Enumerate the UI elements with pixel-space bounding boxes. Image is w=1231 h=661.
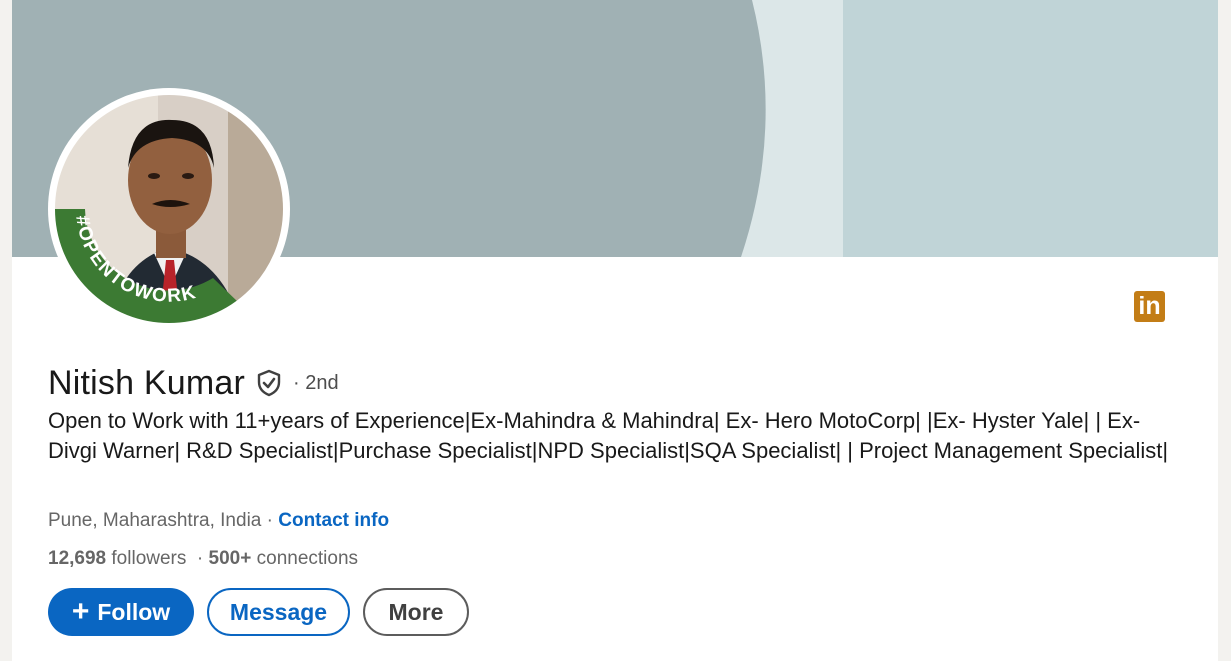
followers-label: followers [106,548,187,569]
connections-count[interactable]: 500+ [209,548,252,569]
location-text: Pune, Maharashtra, India [48,510,262,531]
profile-actions: + Follow Message More [48,588,469,636]
open-to-work-photo-frame: #OPENTOWORK [51,91,287,327]
connection-degree: · 2nd [293,371,339,394]
more-label: More [388,598,444,625]
stats-row: 12,698 followers · 500+ connections [48,545,358,573]
followers-count: 12,698 [48,548,107,569]
message-label: Message [229,598,328,625]
profile-headline: Open to Work with 11+years of Experience… [48,408,1169,463]
message-button[interactable]: Message [207,588,350,636]
more-button[interactable]: More [363,588,469,636]
profile-photo[interactable]: #OPENTOWORK [48,88,290,330]
verified-shield-icon[interactable] [255,369,283,397]
profile-name: Nitish Kumar [48,363,246,402]
location-separator: · [261,510,279,531]
plus-icon: + [71,595,90,628]
location-row: Pune, Maharashtra, India · Contact info [48,507,389,535]
follow-label: Follow [97,598,171,625]
linkedin-icon[interactable]: in [1134,291,1165,322]
connections-separator: · [186,548,209,569]
contact-info-link[interactable]: Contact info [278,510,389,531]
connections-label[interactable]: connections [251,548,358,569]
follow-button[interactable]: + Follow [48,588,194,636]
name-row: Nitish Kumar · 2nd [48,360,339,406]
profile-card: #OPENTOWORK in Nitish Kumar · 2nd Open t… [12,0,1218,661]
